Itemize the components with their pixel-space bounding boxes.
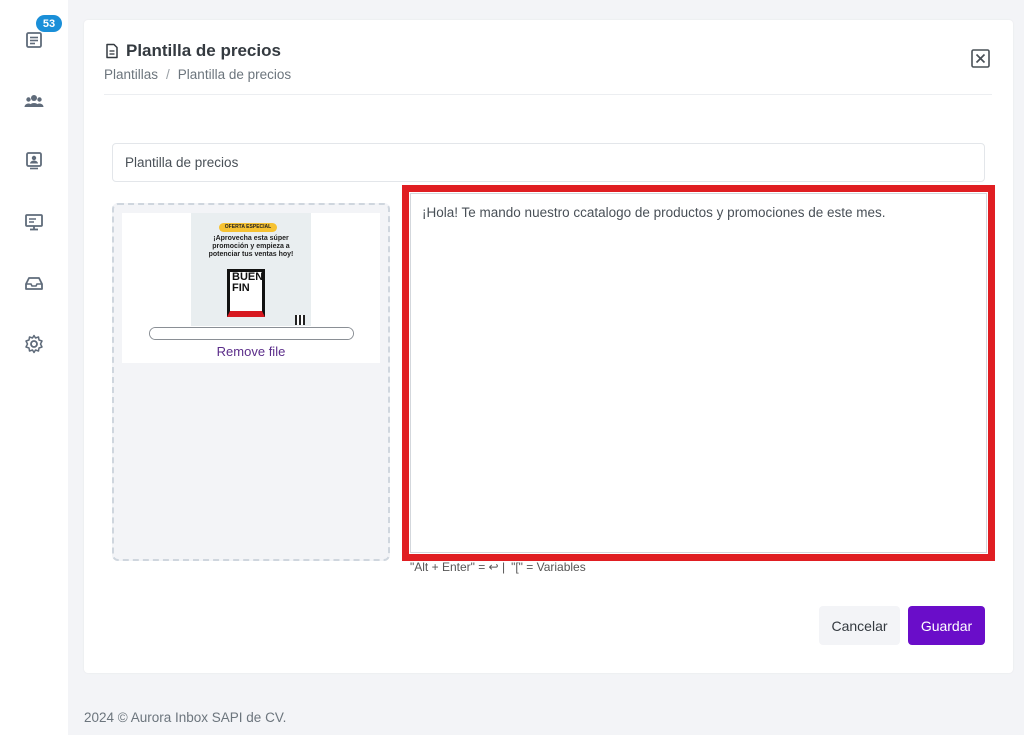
hint-alt-enter: "Alt + Enter" = ↩ | [410,560,506,574]
template-name-input[interactable] [112,143,985,182]
header-divider [104,94,992,95]
sidebar-item-settings[interactable] [18,328,50,360]
thumbnail-headline: ¡Aprovecha esta súper promoción y empiez… [208,235,294,258]
monitor-icon [25,214,43,231]
document-icon [106,43,118,59]
thumbnail-tag: OFERTA ESPECIAL [219,223,277,232]
qr-code-icon [295,315,305,325]
template-editor-card: Plantilla de precios Plantillas / Planti… [84,20,1013,673]
sidebar-item-contacts[interactable] [18,85,50,117]
sidebar-item-profiles[interactable] [18,144,50,176]
contact-card-icon [26,152,42,170]
close-icon [971,49,990,68]
file-thumbnail: OFERTA ESPECIAL ¡Aprovecha esta súper pr… [191,213,311,326]
remove-file-link[interactable]: Remove file [122,344,380,359]
file-preview: OFERTA ESPECIAL ¡Aprovecha esta súper pr… [122,213,380,363]
breadcrumb-item-plantillas[interactable]: Plantillas [104,67,158,82]
users-icon [24,95,44,107]
upload-progress-fill [150,328,353,339]
hint-variables: "[" = Variables [511,560,586,574]
gear-icon [25,334,43,354]
save-button[interactable]: Guardar [908,606,985,645]
keyboard-hints: "Alt + Enter" = ↩ | "[" = Variables [410,560,586,574]
inbox-tray-icon [25,277,43,290]
message-editor-highlight: ¡Hola! Te mando nuestro ccatalogo de pro… [402,185,995,561]
thumbnail-box: BUEN FIN [227,269,265,317]
inbox-icon [26,32,42,48]
thumbnail-box-text-2: FIN [232,282,250,294]
close-button[interactable] [971,49,990,68]
breadcrumb: Plantillas / Plantilla de precios [104,67,291,82]
page-title: Plantilla de precios [104,40,281,62]
breadcrumb-separator: / [166,67,170,82]
page-title-text: Plantilla de precios [126,41,281,60]
file-dropzone[interactable]: OFERTA ESPECIAL ¡Aprovecha esta súper pr… [112,203,390,561]
sidebar-item-inbox-tray[interactable] [18,267,50,299]
sidebar: 53 [0,0,68,735]
inbox-badge: 53 [36,15,62,32]
message-textarea[interactable]: ¡Hola! Te mando nuestro ccatalogo de pro… [410,193,987,553]
cancel-button[interactable]: Cancelar [819,606,900,645]
footer-copyright: 2024 © Aurora Inbox SAPI de CV. [84,710,287,725]
breadcrumb-item-current: Plantilla de precios [177,67,292,82]
sidebar-item-monitor[interactable] [18,206,50,238]
upload-progress-bar [149,327,354,340]
